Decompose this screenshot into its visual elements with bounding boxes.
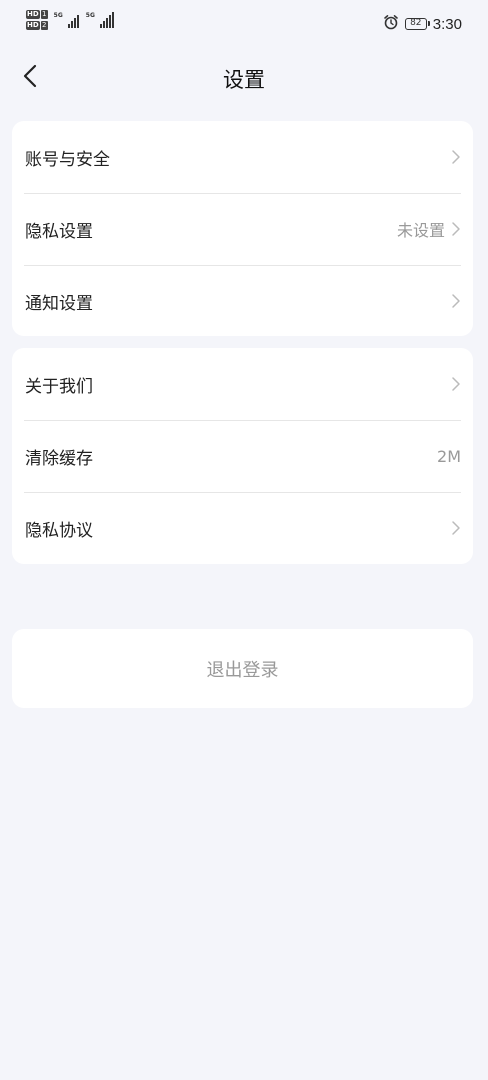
settings-item-label: 隐私协议 <box>25 520 93 541</box>
settings-item-label: 通知设置 <box>25 293 93 314</box>
page-title: 设置 <box>223 68 265 92</box>
signal-strength-icon <box>99 12 114 28</box>
signal-group: 5G 5G <box>54 12 114 28</box>
settings-item-privacy-agreement[interactable]: 隐私协议 <box>12 492 473 564</box>
sim2-indicator: HD 2 <box>26 21 48 30</box>
chevron-right-icon <box>451 221 461 237</box>
sim1-indicator: HD 1 <box>26 10 48 19</box>
chevron-right-icon <box>451 293 461 309</box>
settings-item-label: 账号与安全 <box>25 149 110 170</box>
settings-item-account-security[interactable]: 账号与安全 <box>12 121 473 193</box>
network-type-label: 5G <box>53 12 63 19</box>
settings-item-value: 未设置 <box>396 221 445 240</box>
alarm-clock-icon <box>383 14 399 34</box>
cache-size-value: 2M <box>437 446 461 466</box>
navigation-bar: 设置 <box>0 48 488 110</box>
chevron-right-icon <box>451 376 461 392</box>
settings-group-about: 关于我们 清除缓存 2M 隐私协议 <box>12 348 473 564</box>
sim-number: 2 <box>40 21 48 30</box>
status-bar: HD 1 HD 2 5G 5G 82 3:30 <box>0 0 488 48</box>
sim-indicators: HD 1 HD 2 <box>26 10 48 30</box>
settings-item-about-us[interactable]: 关于我们 <box>12 348 473 420</box>
signal-strength-icon <box>67 12 79 28</box>
hd-badge: HD <box>26 21 40 30</box>
settings-group-account: 账号与安全 隐私设置 未设置 通知设置 <box>12 121 473 336</box>
settings-item-label: 清除缓存 <box>25 448 93 469</box>
chevron-right-icon <box>451 149 461 165</box>
logout-button[interactable]: 退出登录 <box>12 629 473 708</box>
settings-item-notification-settings[interactable]: 通知设置 <box>12 265 473 337</box>
status-bar-right: 82 3:30 <box>383 14 462 34</box>
settings-item-privacy-settings[interactable]: 隐私设置 未设置 <box>12 193 473 265</box>
settings-item-label: 关于我们 <box>25 376 93 397</box>
logout-label: 退出登录 <box>206 659 279 681</box>
clock-time: 3:30 <box>432 15 462 33</box>
status-bar-left: HD 1 HD 2 5G 5G <box>26 10 114 30</box>
settings-item-label: 隐私设置 <box>25 221 93 242</box>
chevron-right-icon <box>451 520 461 536</box>
sim-number: 1 <box>40 10 48 19</box>
settings-item-clear-cache[interactable]: 清除缓存 2M <box>12 420 473 492</box>
battery-icon: 82 <box>404 18 430 30</box>
network-type-label: 5G <box>85 12 95 19</box>
hd-badge: HD <box>26 10 40 19</box>
